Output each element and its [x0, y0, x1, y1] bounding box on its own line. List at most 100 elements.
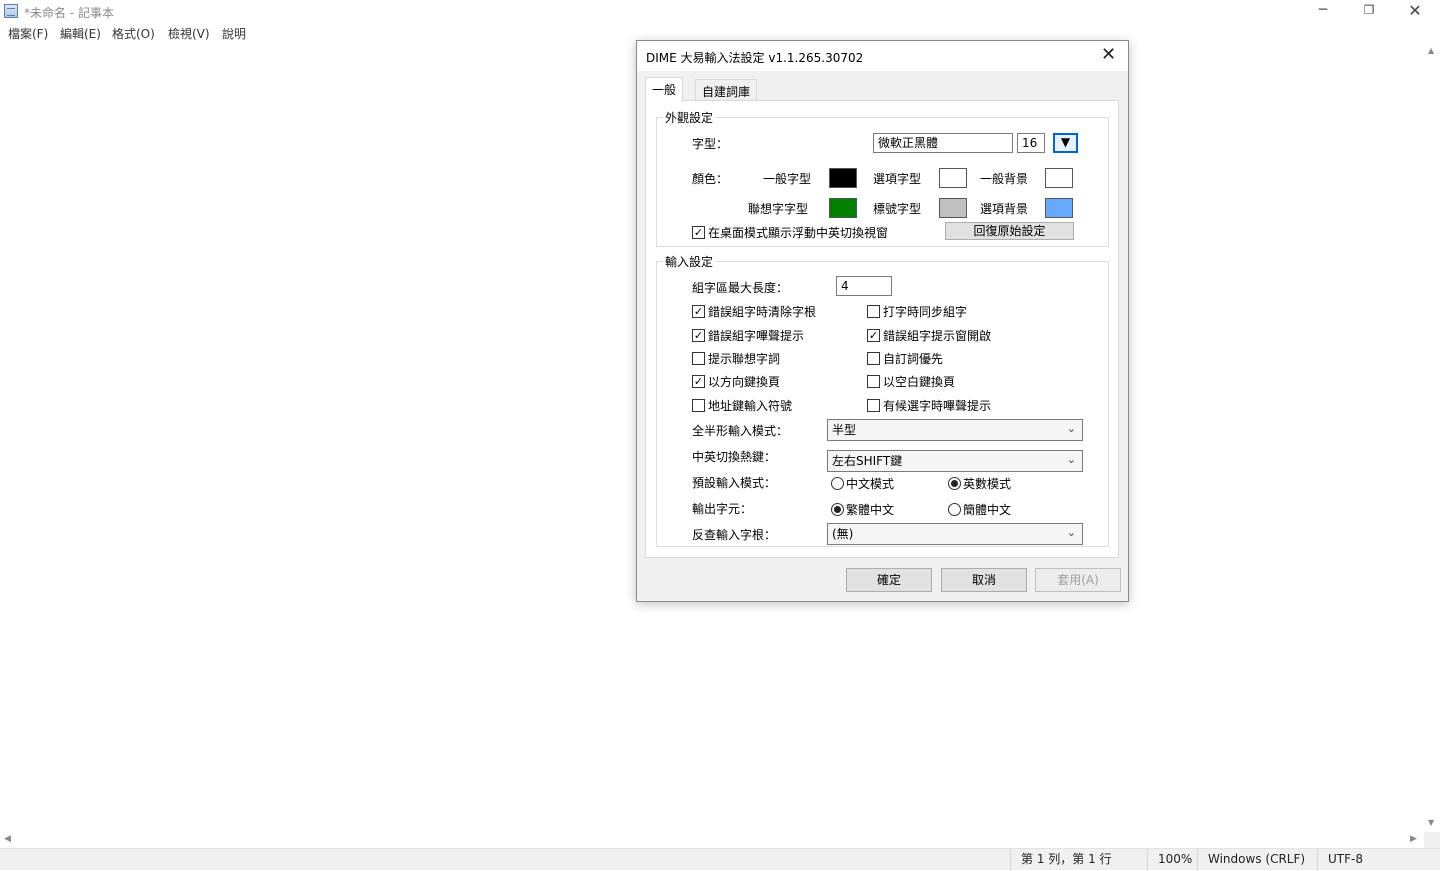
- menu-format[interactable]: 格式(O): [112, 25, 155, 42]
- tab-panel-general: 外觀設定 字型： 微軟正黑體 16 ▼ 顏色： 一般字型 選項字型 一般背景 聯…: [645, 100, 1119, 558]
- output-charset-label: 輸出字元：: [692, 502, 753, 516]
- dialog-title-bar: DIME 大易輸入法設定 v1.1.265.30702 ✕: [637, 41, 1128, 71]
- menu-edit[interactable]: 編輯(E): [60, 25, 101, 42]
- tab-general[interactable]: 一般: [645, 77, 684, 101]
- reverse-lookup-select[interactable]: (無) ⌄: [827, 523, 1083, 545]
- option-checkbox-assoc-words[interactable]: [692, 352, 705, 365]
- menu-view[interactable]: 檢視(V): [168, 25, 210, 42]
- dialog-close-icon[interactable]: ✕: [1101, 44, 1116, 65]
- dialog-title: DIME 大易輸入法設定 v1.1.265.30702: [646, 51, 864, 65]
- input-settings-legend: 輸入設定: [663, 253, 716, 270]
- radio-traditional[interactable]: [831, 503, 844, 516]
- option-checkbox-address-symbols[interactable]: [692, 399, 705, 412]
- status-bar: 第 1 列，第 1 行 100% Windows (CRLF) UTF-8: [0, 848, 1440, 871]
- cancel-button[interactable]: 取消: [941, 568, 1027, 592]
- option-label-candidate-beep: 有候選字時嗶聲提示: [883, 399, 992, 413]
- menu-help[interactable]: 說明: [222, 25, 246, 42]
- restore-defaults-button[interactable]: 回復原始設定: [945, 222, 1074, 240]
- appearance-group: 外觀設定 字型： 微軟正黑體 16 ▼ 顏色： 一般字型 選項字型 一般背景 聯…: [656, 109, 1109, 247]
- apply-button[interactable]: 套用(A): [1035, 568, 1121, 592]
- floating-window-checkbox[interactable]: ✓: [692, 226, 705, 239]
- toggle-key-label: 中英切換熱鍵：: [692, 450, 777, 464]
- status-cursor-position: 第 1 列，第 1 行: [1010, 849, 1147, 871]
- close-window-button[interactable]: ✕: [1392, 0, 1438, 22]
- option-checkbox-error-window[interactable]: ✓: [867, 329, 880, 342]
- option-checkbox-error-beep[interactable]: ✓: [692, 329, 705, 342]
- color-option-bg-label: 選項背景: [980, 202, 1029, 216]
- toggle-key-value: 左右SHIFT鍵: [832, 454, 903, 468]
- ok-button[interactable]: 確定: [846, 568, 932, 592]
- option-checkbox-clear-roots[interactable]: ✓: [692, 305, 705, 318]
- option-label-address-symbols: 地址鍵輸入符號: [708, 399, 793, 413]
- restore-button[interactable]: ❐: [1346, 0, 1392, 22]
- scrollbar-corner: [1424, 832, 1440, 848]
- input-settings-group: 輸入設定 組字區最大長度： 4 ✓ 錯誤組字時清除字根 打字時同步組字 ✓ 錯誤…: [656, 253, 1109, 547]
- color-label: 顏色：: [692, 172, 729, 186]
- status-line-ending: Windows (CRLF): [1197, 849, 1317, 871]
- radio-chinese-mode-label: 中文模式: [846, 477, 895, 491]
- color-option-font-label: 選項字型: [873, 172, 922, 186]
- appearance-legend: 外觀設定: [663, 109, 716, 126]
- tab-custom-dictionary[interactable]: 自建詞庫: [695, 79, 758, 100]
- width-mode-value: 半型: [832, 423, 857, 437]
- font-label: 字型：: [692, 137, 729, 151]
- radio-simplified[interactable]: [948, 503, 961, 516]
- scroll-down-arrow-icon[interactable]: ▼: [1428, 818, 1434, 827]
- option-label-custom-first: 自訂詞優先: [883, 352, 944, 366]
- chevron-down-icon: ⌄: [1066, 453, 1076, 466]
- reverse-lookup-label: 反查輸入字根：: [692, 528, 777, 542]
- radio-alnum-mode[interactable]: [948, 477, 961, 490]
- option-checkbox-custom-first[interactable]: [867, 352, 880, 365]
- floating-window-label: 在桌面模式顯示浮動中英切換視窗: [708, 226, 889, 240]
- color-option-font-swatch[interactable]: [939, 168, 967, 188]
- color-assoc-font-label: 聯想字字型: [748, 202, 809, 216]
- option-checkbox-space-paging[interactable]: [867, 375, 880, 388]
- color-normal-font-swatch[interactable]: [829, 168, 857, 188]
- chevron-down-icon: ⌄: [1066, 422, 1076, 435]
- option-checkbox-candidate-beep[interactable]: [867, 399, 880, 412]
- minimize-button[interactable]: ─: [1300, 0, 1346, 22]
- width-mode-select[interactable]: 半型 ⌄: [827, 419, 1083, 441]
- max-length-label: 組字區最大長度：: [692, 281, 789, 295]
- color-index-font-label: 標號字型: [873, 202, 922, 216]
- color-normal-bg-label: 一般背景: [980, 172, 1029, 186]
- reverse-lookup-value: (無): [832, 527, 854, 541]
- menu-bar: 檔案(F) 編輯(E) 格式(O) 檢視(V) 說明: [0, 22, 1440, 42]
- scroll-up-arrow-icon[interactable]: ▲: [1428, 46, 1434, 55]
- font-size-field[interactable]: 16: [1017, 133, 1045, 153]
- option-label-error-window: 錯誤組字提示窗開啟: [883, 329, 992, 343]
- toggle-key-select[interactable]: 左右SHIFT鍵 ⌄: [827, 450, 1083, 472]
- option-label-assoc-words: 提示聯想字詞: [708, 352, 781, 366]
- default-mode-label: 預設輸入模式：: [692, 476, 777, 490]
- color-option-bg-swatch[interactable]: [1045, 198, 1073, 218]
- radio-chinese-mode[interactable]: [831, 477, 844, 490]
- option-label-arrow-paging: 以方向鍵換頁: [708, 375, 781, 389]
- option-label-error-beep: 錯誤組字嗶聲提示: [708, 329, 805, 343]
- color-normal-bg-swatch[interactable]: [1045, 168, 1073, 188]
- status-zoom: 100%: [1147, 849, 1197, 871]
- option-checkbox-arrow-paging[interactable]: ✓: [692, 375, 705, 388]
- option-label-clear-roots: 錯誤組字時清除字根: [708, 305, 817, 319]
- window-title: *未命名 - 記事本: [24, 6, 114, 20]
- triangle-down-icon: ▼: [1060, 135, 1071, 149]
- color-assoc-font-swatch[interactable]: [829, 198, 857, 218]
- radio-alnum-mode-label: 英數模式: [963, 477, 1012, 491]
- notepad-app-icon: [4, 4, 18, 18]
- font-name-field[interactable]: 微軟正黑體: [873, 133, 1013, 153]
- color-index-font-swatch[interactable]: [939, 198, 967, 218]
- menu-file[interactable]: 檔案(F): [8, 25, 48, 42]
- vertical-scrollbar[interactable]: ▲ ▼: [1424, 42, 1440, 832]
- option-checkbox-sync-compose[interactable]: [867, 305, 880, 318]
- option-label-space-paging: 以空白鍵換頁: [883, 375, 956, 389]
- option-label-sync-compose: 打字時同步組字: [883, 305, 968, 319]
- title-bar: *未命名 - 記事本 ─ ❐ ✕: [0, 0, 1440, 22]
- radio-simplified-label: 簡體中文: [963, 503, 1012, 517]
- font-picker-button[interactable]: ▼: [1053, 133, 1078, 153]
- scroll-left-arrow-icon[interactable]: ◀: [4, 834, 11, 844]
- chevron-down-icon: ⌄: [1066, 526, 1076, 539]
- max-length-field[interactable]: 4: [836, 276, 892, 296]
- status-encoding: UTF-8: [1317, 849, 1440, 871]
- horizontal-scrollbar[interactable]: ◀ ▶: [0, 832, 1424, 848]
- settings-dialog: DIME 大易輸入法設定 v1.1.265.30702 ✕ 一般 自建詞庫 外觀…: [636, 40, 1129, 602]
- scroll-right-arrow-icon[interactable]: ▶: [1410, 834, 1417, 844]
